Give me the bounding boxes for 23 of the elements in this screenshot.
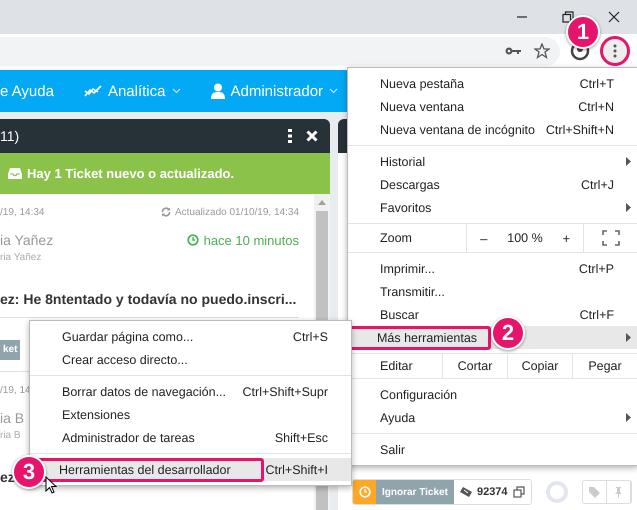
author-name: ia Yañez [0, 232, 54, 248]
shortcut-text: Ctrl+Shift+Supr [242, 384, 328, 398]
shortcut-text: Shift+Esc [274, 430, 328, 444]
shortcut-text: Ctrl+Shift+I [265, 462, 328, 476]
updated-date: Actualizado 01/10/19, 14:34 [175, 206, 299, 218]
shortcut-text: Ctrl+P [578, 262, 614, 276]
shortcut-text: Ctrl+T [580, 76, 614, 90]
author-subtitle: ria Yañez [0, 252, 42, 263]
panel-title: 11) [0, 128, 20, 144]
created-date: /19, 14:34 [0, 206, 44, 218]
shortcut-text: Ctrl+J [581, 178, 614, 192]
zoom-value: 100 % [507, 231, 543, 245]
edit-label: Editar [379, 359, 414, 373]
shortcut-text: Ctrl+N [578, 100, 614, 114]
zoom-label: Zoom [379, 231, 413, 245]
ticket-number: 92374 [476, 486, 508, 498]
shortcut-text: Ctrl+F [580, 308, 614, 322]
shortcut-text: Ctrl+S [292, 330, 328, 344]
age-text: hace 10 minutos [204, 232, 299, 248]
author-name: ia B [0, 410, 24, 426]
author-subtitle: ria B [0, 430, 21, 441]
shortcut-text: Ctrl+Shift+N [546, 122, 614, 136]
notice-text: Hay 1 Ticket nuevo o actualizado. [27, 166, 234, 181]
